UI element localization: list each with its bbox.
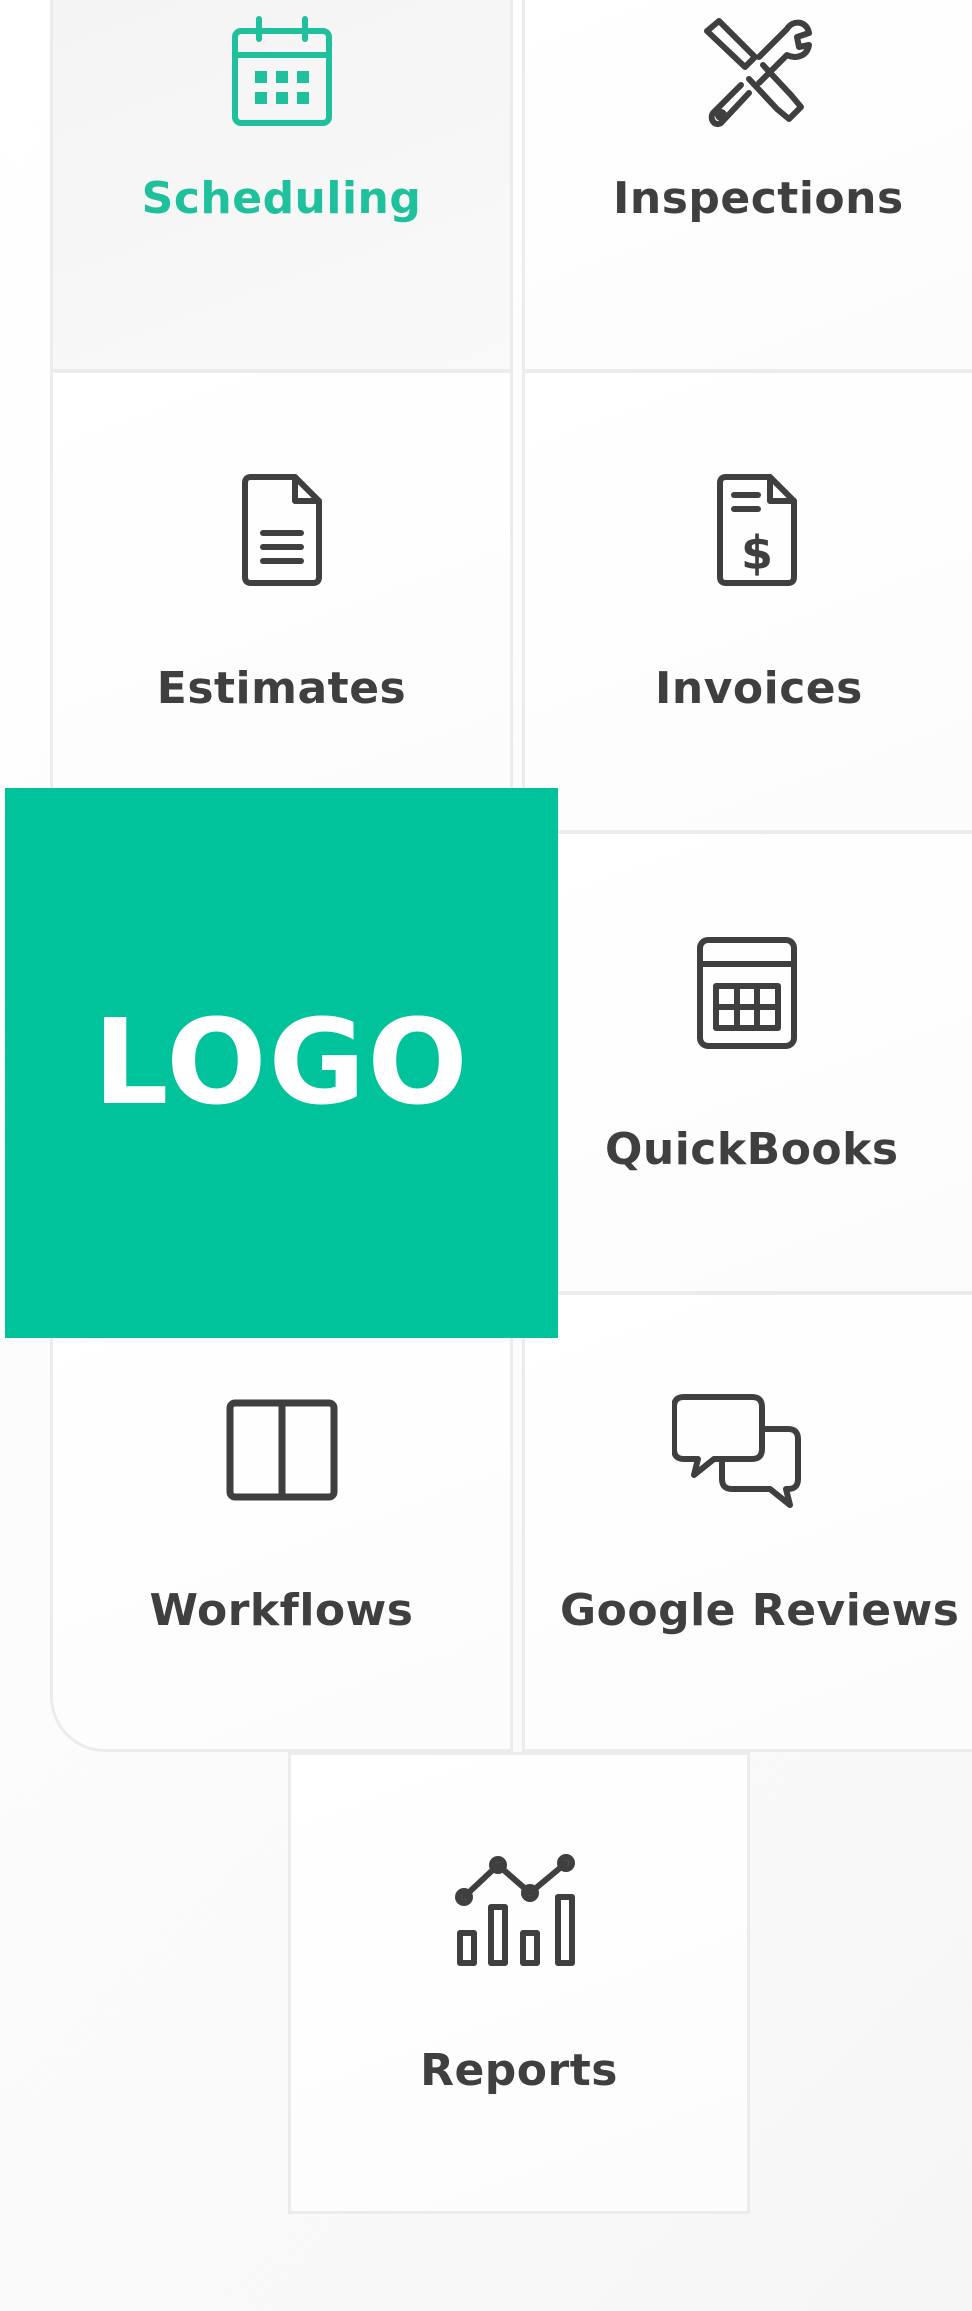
invoice-dollar-icon: $ bbox=[717, 474, 797, 586]
feature-tile-google-reviews[interactable]: Google Reviews bbox=[522, 1292, 972, 1752]
feature-tile-quickbooks[interactable]: QuickBooks bbox=[522, 831, 972, 1294]
feature-tile-reports[interactable]: Reports bbox=[288, 1752, 750, 2214]
columns-icon bbox=[226, 1399, 337, 1501]
logo-text: LOGO bbox=[93, 993, 470, 1131]
feature-tile-scheduling[interactable]: Scheduling bbox=[50, 0, 513, 372]
feature-tile-invoices[interactable]: $ Invoices bbox=[522, 370, 972, 833]
feature-label: Google Reviews bbox=[560, 1585, 960, 1636]
feature-label: Scheduling bbox=[141, 173, 422, 224]
feature-label: Reports bbox=[420, 2045, 618, 2096]
document-icon bbox=[241, 474, 322, 586]
wrench-screwdriver-icon bbox=[704, 18, 812, 127]
calculator-icon bbox=[697, 937, 797, 1049]
bar-line-chart-icon bbox=[455, 1854, 575, 1966]
calendar-icon bbox=[231, 16, 332, 126]
feature-label: Invoices bbox=[655, 663, 863, 714]
svg-text:$: $ bbox=[741, 526, 773, 580]
feature-label: Inspections bbox=[613, 173, 904, 224]
feature-label: QuickBooks bbox=[605, 1124, 899, 1175]
feature-tile-workflows[interactable]: Workflows bbox=[50, 1292, 513, 1752]
logo: LOGO bbox=[5, 788, 558, 1338]
feature-label: Workflows bbox=[149, 1585, 414, 1636]
chat-bubbles-icon bbox=[672, 1394, 801, 1508]
feature-tile-estimates[interactable]: Estimates bbox=[50, 370, 513, 833]
feature-tile-inspections[interactable]: Inspections bbox=[522, 0, 972, 372]
feature-label: Estimates bbox=[156, 663, 407, 714]
